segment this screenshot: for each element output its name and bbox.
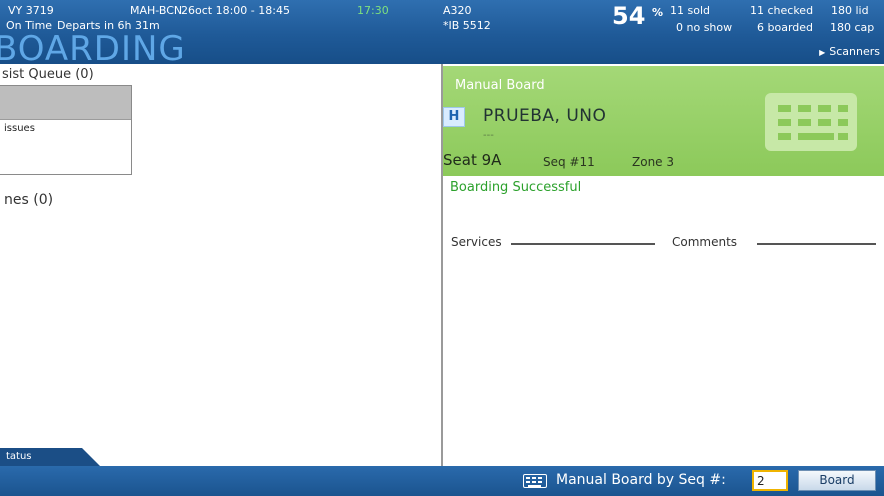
left-panel: sist Queue (0) issues nes (0) <box>0 64 441 466</box>
cap-count: 180 cap <box>830 21 875 34</box>
scanners-label: Scanners <box>829 45 880 58</box>
sold-count: 11 sold <box>670 4 710 17</box>
scanners-link[interactable]: ▶ Scanners <box>819 45 880 58</box>
footer-bar: Manual Board by Seq #: Board <box>0 466 884 496</box>
aircraft-type: A320 <box>443 4 472 17</box>
right-panel: Manual Board H PRUEBA, UNO --- Seat 9A S… <box>443 64 884 466</box>
comments-label: Comments <box>672 235 741 249</box>
schedule: 26oct 18:00 - 18:45 <box>181 4 290 17</box>
checked-count: 11 checked <box>750 4 814 17</box>
sequence-number: Seq #11 <box>543 155 595 169</box>
manual-board-title: Manual Board <box>455 78 545 93</box>
current-time: 17:30 <box>357 4 389 17</box>
route: MAH-BCN <box>130 4 183 17</box>
manual-board-card: Manual Board H PRUEBA, UNO --- Seat 9A S… <box>443 66 884 176</box>
load-percentage-sign: % <box>652 6 664 19</box>
board-button[interactable]: Board <box>798 470 876 491</box>
assist-queue-title: sist Queue (0) <box>2 67 94 82</box>
header-bar: VY 3719 On Time Departs in 6h 31m MAH-BC… <box>0 0 884 64</box>
seat-number: Seat 9A <box>443 151 502 169</box>
passenger-name: PRUEBA, UNO <box>483 106 607 126</box>
services-divider <box>511 243 655 245</box>
assist-queue-header <box>0 86 131 120</box>
load-percentage: 54 <box>612 2 646 30</box>
class-badge: H <box>443 107 465 127</box>
lid-count: 180 lid <box>831 4 869 17</box>
flight-number: VY 3719 <box>8 4 54 17</box>
codeshare-flight: *IB 5512 <box>443 19 491 32</box>
keyboard-icon[interactable] <box>523 474 547 488</box>
lines-title: nes (0) <box>4 192 54 208</box>
triangle-right-icon: ▶ <box>819 48 826 57</box>
services-label: Services <box>451 235 505 249</box>
manual-board-seq-label: Manual Board by Seq #: <box>556 472 726 488</box>
seq-number-input[interactable] <box>752 470 788 491</box>
boarded-count: 6 boarded <box>757 21 814 34</box>
comments-divider <box>757 243 876 245</box>
page-title: BOARDING <box>0 29 186 64</box>
passenger-extra: --- <box>483 130 494 141</box>
boarding-zone: Zone 3 <box>632 155 674 169</box>
boarding-result: Boarding Successful <box>450 180 582 195</box>
no-show-count: 0 no show <box>676 21 733 34</box>
assist-queue-item[interactable]: issues <box>4 123 35 134</box>
keyboard-icon[interactable] <box>765 93 857 151</box>
assist-queue-list[interactable]: issues <box>0 85 132 175</box>
